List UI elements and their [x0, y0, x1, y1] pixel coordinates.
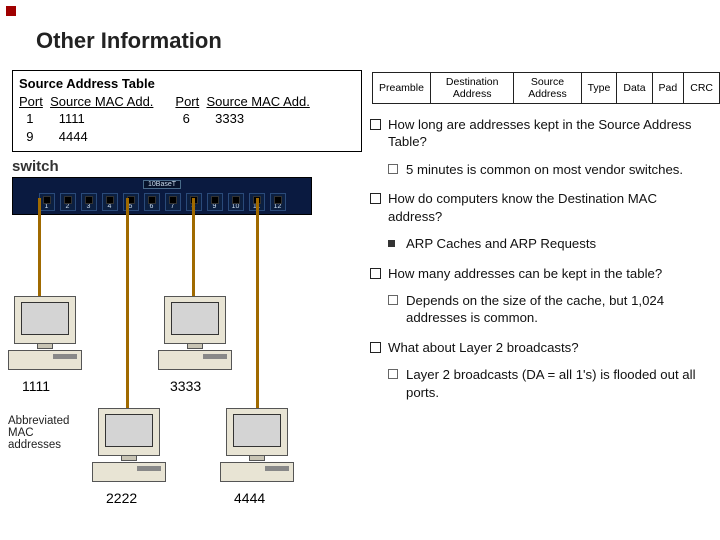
- sat-row: 1 1111: [19, 110, 153, 128]
- question-item: How many addresses can be kept in the ta…: [370, 265, 704, 282]
- answer-item: ARP Caches and ARP Requests: [370, 235, 704, 252]
- sat-row: 6 3333: [175, 110, 309, 128]
- switch-port: 9: [207, 193, 223, 211]
- sat-head-port: Port: [175, 93, 199, 111]
- frame-field: CRC: [684, 73, 720, 104]
- sat-title: Source Address Table: [19, 75, 355, 93]
- source-address-table: Source Address Table Port Source MAC Add…: [12, 70, 362, 152]
- switch-port: 4: [102, 193, 118, 211]
- switch-port: 10: [228, 193, 244, 211]
- frame-field: Data: [617, 73, 652, 104]
- question-item: How do computers know the Destination MA…: [370, 190, 704, 225]
- sat-head-port: Port: [19, 93, 43, 111]
- question-item: How long are addresses kept in the Sourc…: [370, 116, 704, 151]
- sat-cell: 3333: [215, 111, 244, 126]
- cable-icon: [38, 198, 41, 296]
- computer-icon: [156, 296, 234, 370]
- abbrev-note: Abbreviated MAC addresses: [8, 415, 86, 451]
- switch-port: 3: [81, 193, 97, 211]
- ethernet-frame-diagram: Preamble Destination Address Source Addr…: [372, 72, 720, 104]
- sat-col-left: Port Source MAC Add. 1 1111 9 4444: [19, 93, 153, 146]
- frame-field: Preamble: [373, 73, 431, 104]
- qa-list: How long are addresses kept in the Sourc…: [370, 116, 704, 413]
- pc-mac-label: 3333: [170, 378, 201, 394]
- switch-band-label: 10BaseT: [143, 180, 181, 189]
- answer-item: Layer 2 broadcasts (DA = all 1's) is flo…: [370, 366, 704, 401]
- frame-field: Type: [581, 73, 617, 104]
- cable-icon: [126, 198, 129, 410]
- switch-graphic: switch 10BaseT 1 2 3 4 5 6 7 8 9 10 11 1…: [12, 158, 312, 215]
- frame-field: Pad: [652, 73, 684, 104]
- sat-cell: 1: [26, 111, 33, 126]
- title-bullet: [6, 6, 16, 16]
- switch-port: 6: [144, 193, 160, 211]
- pc-mac-label: 4444: [234, 490, 265, 506]
- question-item: What about Layer 2 broadcasts?: [370, 339, 704, 356]
- sat-head-mac: Source MAC Add.: [50, 93, 153, 111]
- frame-field: Source Address: [514, 73, 581, 104]
- sat-row: 9 4444: [19, 128, 153, 146]
- page-title: Other Information: [36, 28, 702, 54]
- sat-cell: 1111: [59, 111, 85, 126]
- computer-icon: [218, 408, 296, 482]
- switch-port: 5: [123, 193, 139, 211]
- sat-grid: Port Source MAC Add. 1 1111 9 4444 Port …: [19, 93, 355, 146]
- cable-icon: [192, 198, 195, 296]
- switch-label: switch: [12, 158, 312, 175]
- answer-item: Depends on the size of the cache, but 1,…: [370, 292, 704, 327]
- sat-cell: 6: [183, 111, 190, 126]
- switch-port: 2: [60, 193, 76, 211]
- pc-mac-label: 2222: [106, 490, 137, 506]
- sat-col-right: Port Source MAC Add. 6 3333: [175, 93, 309, 146]
- answer-item: 5 minutes is common on most vendor switc…: [370, 161, 704, 178]
- switch-port: 12: [270, 193, 286, 211]
- sat-cell: 9: [26, 129, 33, 144]
- slide: Other Information Source Address Table P…: [0, 0, 720, 540]
- computer-icon: [90, 408, 168, 482]
- pc-mac-label: 1111: [22, 378, 50, 394]
- switch-port: 7: [165, 193, 181, 211]
- cable-icon: [256, 198, 259, 410]
- computer-icon: [6, 296, 84, 370]
- sat-head-mac: Source MAC Add.: [206, 93, 309, 111]
- switch-body: 10BaseT 1 2 3 4 5 6 7 8 9 10 11 12: [12, 177, 312, 215]
- sat-cell: 4444: [59, 129, 88, 144]
- frame-field: Destination Address: [430, 73, 513, 104]
